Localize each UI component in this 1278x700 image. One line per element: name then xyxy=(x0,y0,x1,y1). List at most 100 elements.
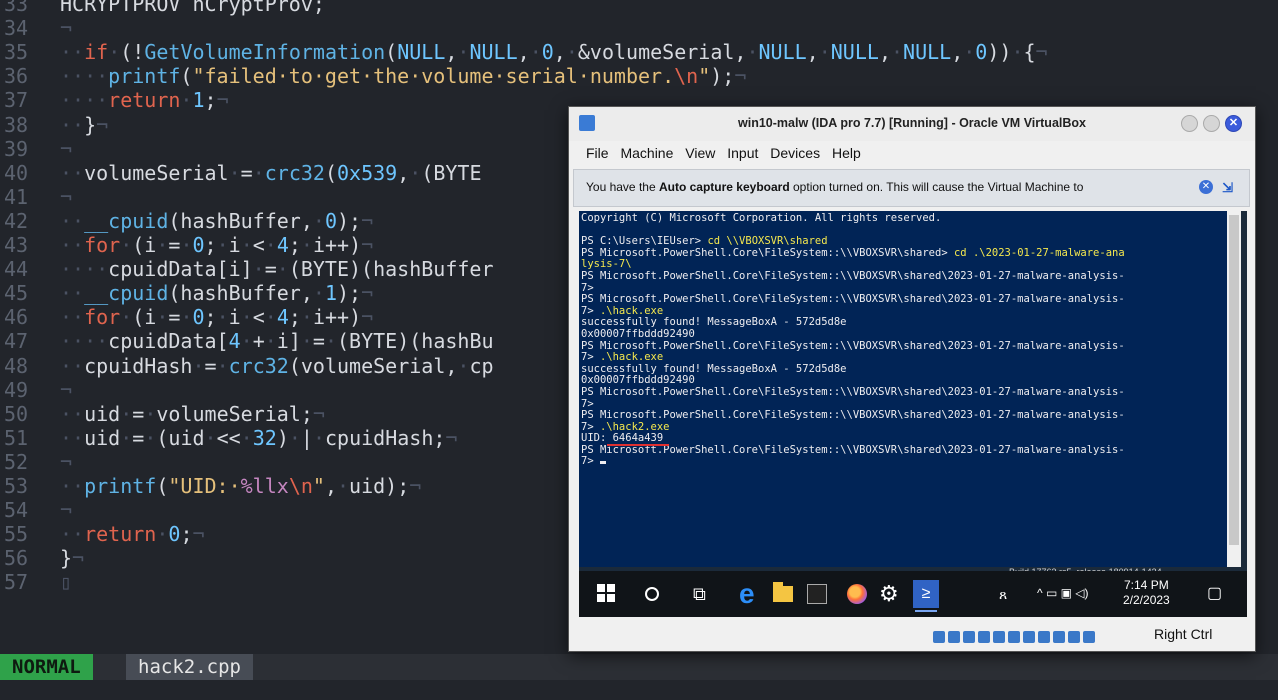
vim-mode-indicator: NORMAL xyxy=(0,654,93,680)
code-text: ··}¬ xyxy=(60,112,109,137)
code-text: ¬ xyxy=(60,449,73,474)
menu-machine[interactable]: Machine xyxy=(620,141,673,165)
notice-text-bold: Auto capture keyboard xyxy=(658,180,790,194)
window-title: win10-malw (IDA pro 7.7) [Running] - Ora… xyxy=(738,116,1086,130)
console-line: 7> xyxy=(581,456,1227,468)
code-text: ▯ xyxy=(60,570,73,595)
hdd-icon[interactable] xyxy=(933,630,945,643)
code-text: ····printf("failed·to·get·the·volume·ser… xyxy=(60,64,747,89)
code-text: ¬ xyxy=(60,377,73,402)
virtualbox-titlebar[interactable]: win10-malw (IDA pro 7.7) [Running] - Ora… xyxy=(569,107,1255,141)
mouse-integration-icon[interactable] xyxy=(1068,630,1080,643)
line-number: 33 xyxy=(4,0,29,16)
powershell-console[interactable]: Copyright (C) Microsoft Corporation. All… xyxy=(579,211,1227,567)
windows-taskbar: ⧉ e ⚙ ≥ ጸ ^ ▭ ▣ ◁) 7:14 PM 2/2/2023 ▢ xyxy=(579,571,1247,617)
notifications-icon[interactable]: ▢ xyxy=(1207,584,1227,604)
keyboard-capture-icon[interactable] xyxy=(1083,630,1095,643)
guest-display[interactable]: Copyright (C) Microsoft Corporation. All… xyxy=(579,211,1247,617)
line-number: 51 xyxy=(4,425,29,450)
menu-devices[interactable]: Devices xyxy=(770,141,820,165)
line-number: 52 xyxy=(4,449,29,474)
network-icon[interactable] xyxy=(978,630,990,643)
code-text: ¬ xyxy=(60,16,73,41)
line-number: 57 xyxy=(4,570,29,595)
shared-folders-icon[interactable] xyxy=(1008,630,1020,643)
virtualbox-statusbar: Right Ctrl xyxy=(569,621,1255,649)
people-icon[interactable]: ጸ xyxy=(999,584,1019,604)
cpu-icon[interactable] xyxy=(1053,630,1065,643)
console-scrollbar[interactable] xyxy=(1227,211,1241,567)
console-line: PS Microsoft.PowerShell.Core\FileSystem:… xyxy=(581,385,1125,398)
code-text: HCRYPTPROV hCryptProv; xyxy=(60,0,325,16)
code-text: ··return·0;¬ xyxy=(60,522,205,547)
line-number: 34 xyxy=(4,16,29,41)
console-line: PS Microsoft.PowerShell.Core\FileSystem:… xyxy=(581,293,1125,306)
code-text: ··uid·=·volumeSerial;¬ xyxy=(60,401,325,426)
system-tray[interactable]: ^ ▭ ▣ ◁) xyxy=(1037,586,1089,600)
device-status-icons[interactable] xyxy=(933,628,1098,643)
line-number: 35 xyxy=(4,40,29,65)
menu-view[interactable]: View xyxy=(685,141,715,165)
line-number: 50 xyxy=(4,401,29,426)
console-line: PS Microsoft.PowerShell.Core\FileSystem:… xyxy=(581,269,1125,282)
command-prompt-icon[interactable] xyxy=(807,584,827,604)
menu-input[interactable]: Input xyxy=(727,141,758,165)
code-text: ··for·(i·=·0;·i·<·4;·i++)¬ xyxy=(60,233,374,257)
console-line: PS Microsoft.PowerShell.Core\FileSystem:… xyxy=(581,443,1125,456)
notice-text-post: option turned on. This will cause the Vi… xyxy=(789,180,1084,194)
vim-statusline: NORMAL hack2.cpp xyxy=(0,654,1278,680)
line-number: 44 xyxy=(4,257,29,282)
powershell-taskbar-icon[interactable]: ≥ xyxy=(913,580,939,612)
code-text: ··uid·=·(uid·<<·32)·|·cpuidHash;¬ xyxy=(60,425,458,450)
scrollbar-thumb[interactable] xyxy=(1229,215,1239,545)
notice-dont-show-icon[interactable]: ⇲ xyxy=(1222,180,1233,196)
code-text: ··for·(i·=·0;·i·<·4;·i++)¬ xyxy=(60,305,374,330)
notice-text-pre: You have the xyxy=(586,180,659,194)
notice-close-icon[interactable]: ✕ xyxy=(1199,180,1213,194)
clock-date: 2/2/2023 xyxy=(1123,593,1170,607)
line-number: 42 xyxy=(4,208,29,233)
line-number: 54 xyxy=(4,498,29,523)
maximize-button[interactable] xyxy=(1203,115,1220,132)
console-line: PS Microsoft.PowerShell.Core\FileSystem:… xyxy=(581,246,1125,259)
firefox-icon[interactable] xyxy=(847,584,867,604)
code-text: ····cpuidData[i]·=·(BYTE)(hashBuffer xyxy=(60,257,494,282)
settings-gear-icon[interactable]: ⚙ xyxy=(879,583,899,605)
code-text: ··__cpuid(hashBuffer,·0);¬ xyxy=(60,208,374,233)
vim-filename: hack2.cpp xyxy=(126,654,253,680)
line-number: 55 xyxy=(4,522,29,547)
edge-browser-icon[interactable]: e xyxy=(739,580,759,608)
usb-icon[interactable] xyxy=(993,630,1005,643)
task-view-icon[interactable]: ⧉ xyxy=(693,584,713,604)
display-icon[interactable] xyxy=(1023,630,1035,643)
menu-file[interactable]: File xyxy=(586,141,609,165)
optical-drive-icon[interactable] xyxy=(948,630,960,643)
vim-command-line[interactable] xyxy=(0,680,1278,700)
windows-start-icon[interactable] xyxy=(597,584,617,604)
line-number: 36 xyxy=(4,64,29,89)
audio-icon[interactable] xyxy=(963,630,975,643)
clock-time: 7:14 PM xyxy=(1124,578,1169,592)
code-text: ··volumeSerial·=·crc32(0x539,·(BYTE xyxy=(60,160,482,185)
console-line: 7> .\hack2.exe xyxy=(581,420,670,433)
line-number: 38 xyxy=(4,112,29,137)
code-text: ··if·(!GetVolumeInformation(NULL,·NULL,·… xyxy=(60,40,1048,65)
line-number: 53 xyxy=(4,474,29,498)
taskbar-clock[interactable]: 7:14 PM 2/2/2023 xyxy=(1123,578,1170,608)
line-number: 56 xyxy=(4,546,29,571)
minimize-button[interactable] xyxy=(1181,115,1198,132)
code-text: ¬ xyxy=(60,184,73,209)
file-explorer-icon[interactable] xyxy=(773,582,793,602)
console-line: PS Microsoft.PowerShell.Core\FileSystem:… xyxy=(581,339,1125,352)
menu-help[interactable]: Help xyxy=(832,141,861,165)
code-text: ¬ xyxy=(60,136,73,161)
virtualbox-window[interactable]: win10-malw (IDA pro 7.7) [Running] - Ora… xyxy=(568,106,1256,652)
close-button[interactable]: ✕ xyxy=(1225,115,1242,132)
code-text: ····return·1;¬ xyxy=(60,88,229,113)
code-text: ¬ xyxy=(60,498,73,523)
code-text: ··cpuidHash·=·crc32(volumeSerial,·cp xyxy=(60,353,494,378)
code-text: ····cpuidData[4·+·i]·=·(BYTE)(hashBu xyxy=(60,329,494,354)
line-number: 39 xyxy=(4,136,29,161)
recording-icon[interactable] xyxy=(1038,630,1050,643)
search-icon[interactable] xyxy=(645,587,659,601)
